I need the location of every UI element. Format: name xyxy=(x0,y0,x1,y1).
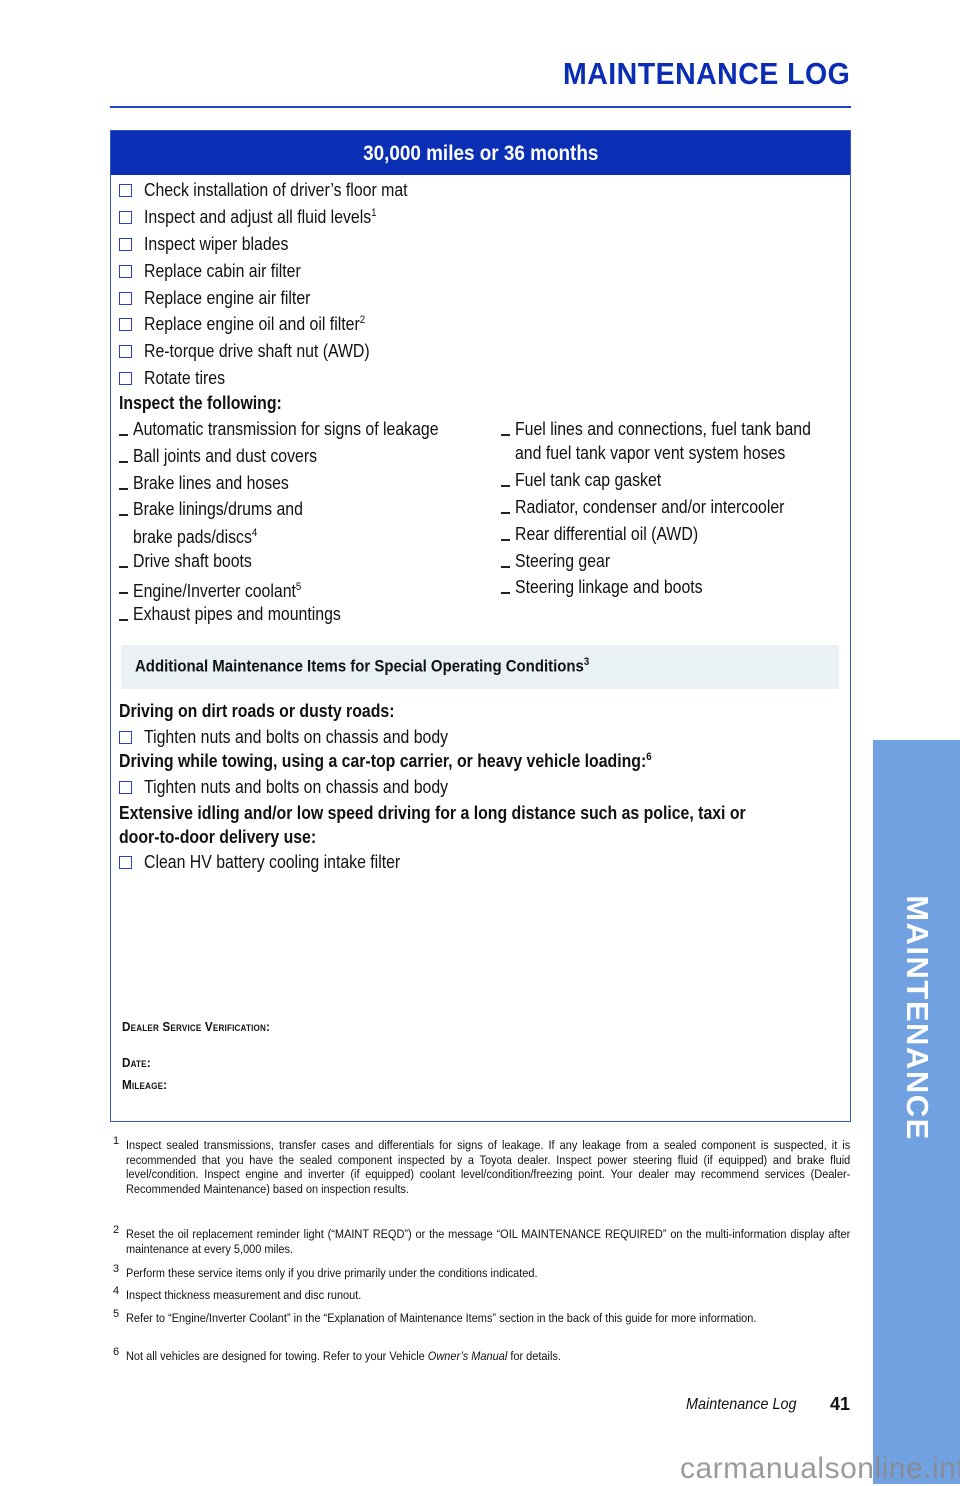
page-title: MAINTENANCE LOG xyxy=(562,56,850,91)
checklist-item[interactable]: Replace engine oil and oil filter2 xyxy=(119,312,395,336)
checkbox[interactable] xyxy=(119,183,132,197)
maintenance-log-card: 30,000 miles or 36 months Check installa… xyxy=(110,130,851,1122)
inspect-item: Radiator, condenser and/or intercooler xyxy=(501,495,821,519)
inspect-item: Ball joints and dust covers xyxy=(119,444,342,468)
checklist-item[interactable]: Inspect and adjust all fluid levels1 xyxy=(119,205,408,229)
condition-item[interactable]: Tighten nuts and bolts on chassis and bo… xyxy=(119,775,490,799)
checklist-item[interactable]: Check installation of driver’s floor mat xyxy=(119,178,443,202)
checklist-item[interactable]: Replace cabin air filter xyxy=(119,259,322,283)
checkbox[interactable] xyxy=(119,371,132,385)
checkbox[interactable] xyxy=(119,210,132,224)
date-label: Date: xyxy=(122,1055,151,1070)
footnote: 3 Perform these service items only if you… xyxy=(113,1263,538,1280)
checklist-item[interactable]: Re-torque drive shaft nut (AWD) xyxy=(119,339,400,363)
inspect-item: Fuel tank cap gasket xyxy=(501,468,681,492)
page-number: 41 xyxy=(830,1394,851,1414)
footnote: 4 Inspect thickness measurement and disc … xyxy=(113,1285,362,1302)
section-side-label: MAINTENANCE xyxy=(899,895,935,1141)
checkbox[interactable] xyxy=(119,344,132,358)
condition-title: Extensive idling and/or low speed drivin… xyxy=(119,803,746,823)
title-divider xyxy=(110,106,851,108)
inspect-item: Exhaust pipes and mountings xyxy=(119,602,369,626)
interval-header: 30,000 miles or 36 months xyxy=(111,131,850,175)
condition-item[interactable]: Clean HV battery cooling intake filter xyxy=(119,850,435,874)
checkbox[interactable] xyxy=(119,780,132,794)
footnote: 6 Not all vehicles are designed for towin… xyxy=(113,1346,561,1363)
condition-title: Driving on dirt roads or dusty roads: xyxy=(119,701,395,721)
inspect-item: Drive shaft boots xyxy=(119,549,268,573)
inspect-item: Engine/Inverter coolant5 xyxy=(119,575,324,603)
footer-section-name: Maintenance Log xyxy=(686,1396,797,1413)
inspect-item: Brake lines and hoses xyxy=(119,471,310,495)
inspect-item: Fuel lines and connections, fuel tank ba… xyxy=(501,417,851,465)
checkbox[interactable] xyxy=(119,317,132,331)
dealer-verification-label: Dealer Service Verification: xyxy=(122,1019,271,1034)
inspect-heading: Inspect the following: xyxy=(119,393,282,413)
special-conditions-banner: Additional Maintenance Items for Special… xyxy=(121,645,839,689)
condition-title-cont: door-to-door delivery use: xyxy=(119,827,317,847)
condition-item[interactable]: Tighten nuts and bolts on chassis and bo… xyxy=(119,725,490,749)
inspect-item: Rear differential oil (AWD) xyxy=(501,522,723,546)
checkbox[interactable] xyxy=(119,237,132,251)
inspect-item: Steering linkage and boots xyxy=(501,575,728,599)
inspect-item: Automatic transmission for signs of leak… xyxy=(119,417,480,441)
checkbox[interactable] xyxy=(119,264,132,278)
checkbox[interactable] xyxy=(119,855,132,869)
checklist-item[interactable]: Replace engine air filter xyxy=(119,286,333,310)
inspect-item: Brake linings/drums and brake pads/discs4 xyxy=(119,497,326,549)
watermark: carmanualsonline.info xyxy=(680,1452,960,1485)
checkbox[interactable] xyxy=(119,291,132,305)
condition-title: Driving while towing, using a car-top ca… xyxy=(119,751,652,771)
footnote: 2 Reset the oil replacement reminder ligh… xyxy=(113,1224,851,1256)
footnote: 5 Refer to “Engine/Inverter Coolant” in t… xyxy=(113,1308,757,1325)
checklist-item[interactable]: Inspect wiper blades xyxy=(119,232,308,256)
checkbox[interactable] xyxy=(119,730,132,744)
footnote: 1 Inspect sealed transmissions, transfer … xyxy=(113,1135,851,1196)
inspect-item: Steering gear xyxy=(501,549,623,573)
mileage-label: Mileage: xyxy=(122,1077,168,1092)
checklist-item[interactable]: Rotate tires xyxy=(119,366,236,390)
